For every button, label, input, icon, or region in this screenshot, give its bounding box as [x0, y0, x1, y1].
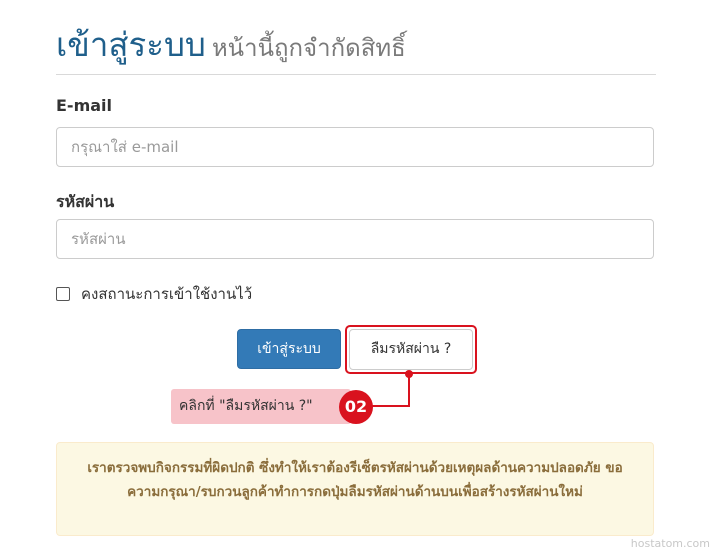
- page-header: เข้าสู่ระบบ หน้านี้ถูกจำกัดสิทธิ์: [56, 22, 656, 75]
- password-field[interactable]: [56, 219, 654, 259]
- forgot-password-button[interactable]: ลืมรหัสผ่าน ?: [349, 329, 473, 370]
- alert-message: เราตรวจพบกิจกรรมที่ผิดปกติ ซึ่งทำให้เราต…: [87, 460, 623, 500]
- callout-connector-vertical: [408, 374, 410, 407]
- callout-connector-dot: [405, 370, 413, 378]
- login-page: เข้าสู่ระบบ หน้านี้ถูกจำกัดสิทธิ์ E-mail …: [0, 0, 720, 553]
- page-title: เข้าสู่ระบบ: [56, 25, 206, 64]
- page-subtitle: หน้านี้ถูกจำกัดสิทธิ์: [211, 34, 406, 62]
- callout-connector-horizontal: [372, 405, 410, 407]
- instruction-callout: คลิกที่ "ลืมรหัสผ่าน ?": [171, 389, 351, 424]
- callout-text: คลิกที่ "ลืมรหัสผ่าน ?": [179, 398, 313, 414]
- remember-me[interactable]: คงสถานะการเข้าใช้งานไว้: [56, 282, 252, 306]
- password-label: รหัสผ่าน: [56, 192, 115, 211]
- remember-checkbox[interactable]: [56, 287, 70, 301]
- login-button[interactable]: เข้าสู่ระบบ: [237, 329, 341, 369]
- watermark: hostatom.com: [630, 537, 710, 550]
- email-label: E-mail: [56, 96, 113, 115]
- step-number-badge: 02: [339, 390, 373, 424]
- remember-label: คงสถานะการเข้าใช้งานไว้: [81, 285, 253, 303]
- email-field[interactable]: [56, 127, 654, 167]
- security-alert: เราตรวจพบกิจกรรมที่ผิดปกติ ซึ่งทำให้เราต…: [56, 442, 654, 536]
